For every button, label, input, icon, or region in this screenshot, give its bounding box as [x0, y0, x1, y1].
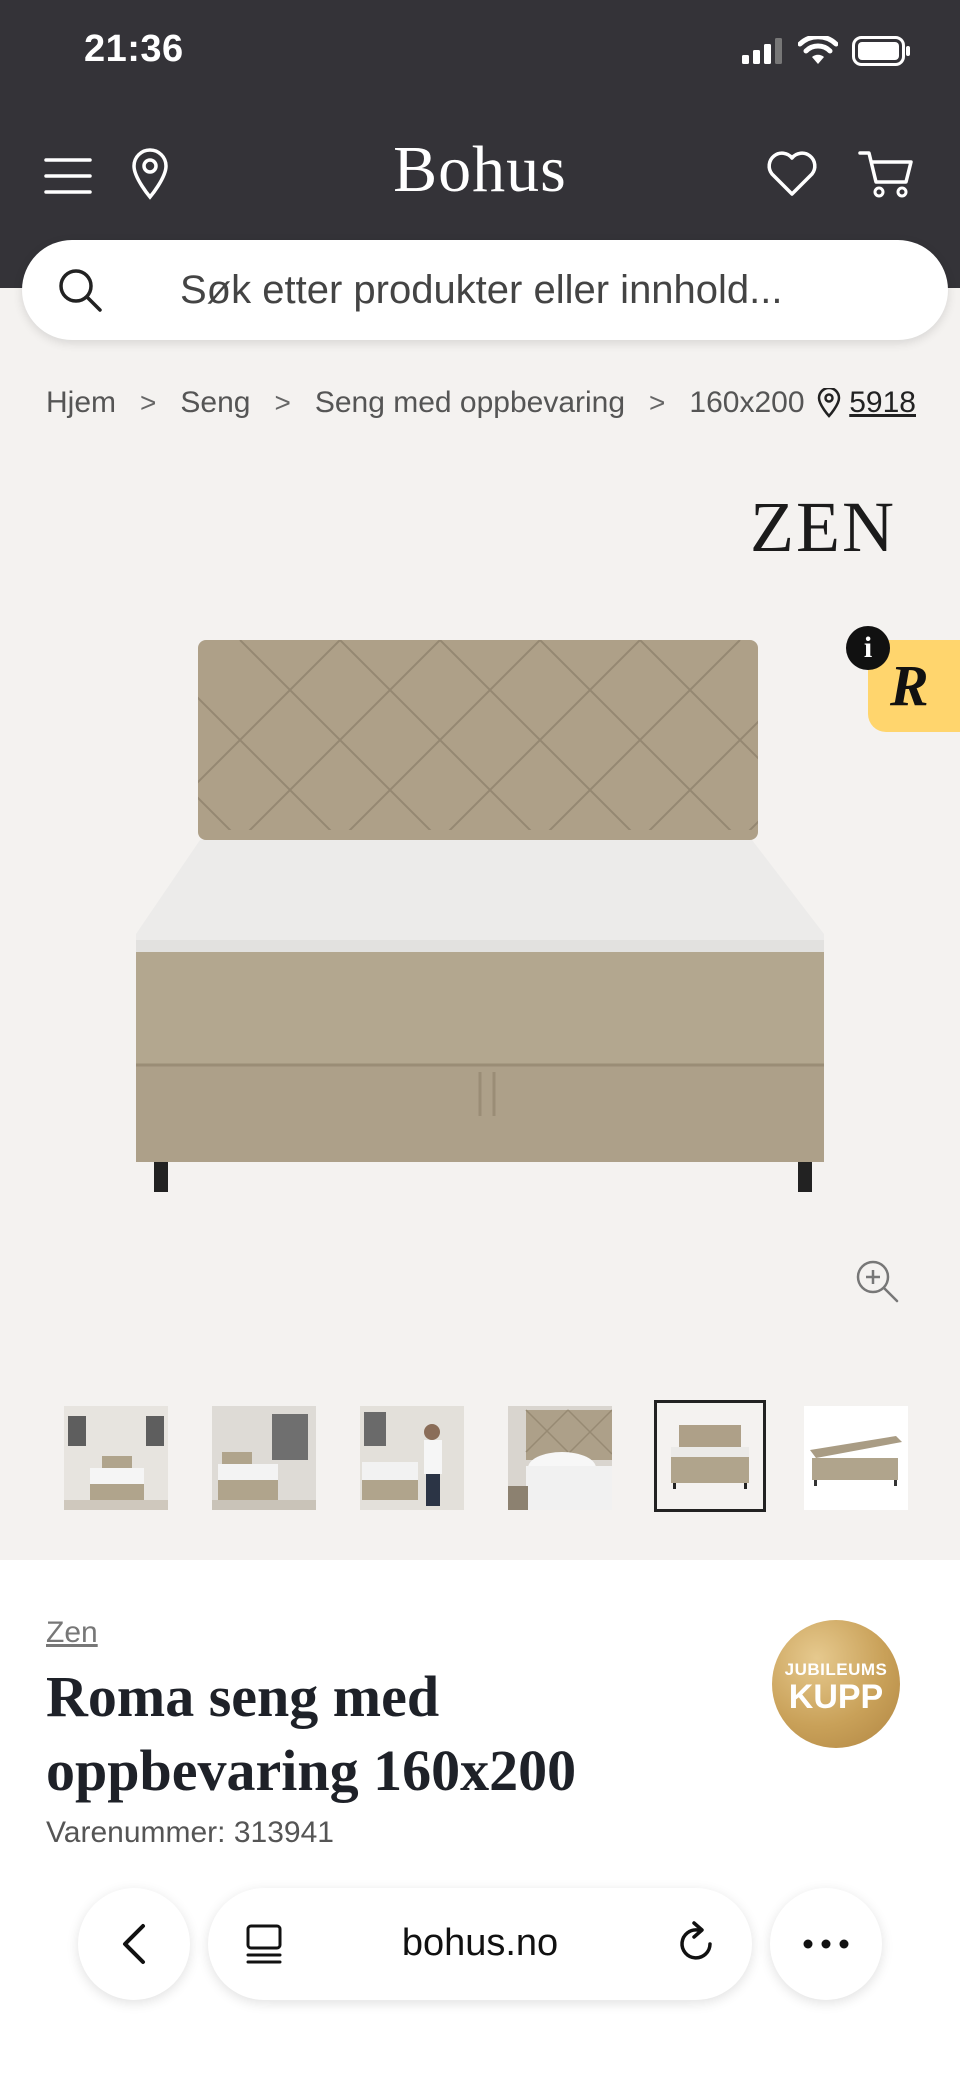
breadcrumb-separator-icon: >	[274, 387, 291, 418]
address-bar[interactable]: bohus.no	[208, 1888, 752, 2000]
browser-toolbar: bohus.no	[0, 1880, 960, 2020]
product-brand-link[interactable]: Zen	[46, 1616, 98, 1650]
product-main-image[interactable]	[0, 560, 960, 1260]
thumbnail-1[interactable]	[64, 1406, 168, 1510]
search-icon	[52, 262, 108, 318]
status-time: 21:36	[84, 28, 184, 70]
thumbnail-6[interactable]	[804, 1406, 908, 1510]
wifi-icon	[798, 36, 838, 64]
status-icons	[742, 36, 912, 66]
recommendation-logo-icon: R	[890, 653, 929, 718]
url-text[interactable]: bohus.no	[208, 1922, 752, 1965]
thumbnail-5-active[interactable]	[654, 1400, 766, 1512]
chevron-left-icon	[123, 1924, 145, 1964]
store-number[interactable]: 5918	[849, 386, 916, 420]
shopping-cart-icon[interactable]	[856, 146, 916, 202]
thumbnail-2[interactable]	[212, 1406, 316, 1510]
search-input[interactable]: Søk etter produkter eller innhold...	[180, 268, 783, 313]
status-bar: 21:36	[0, 0, 960, 110]
breadcrumb-separator-icon: >	[649, 387, 666, 418]
wishlist-heart-icon[interactable]	[764, 146, 820, 202]
location-pin-icon	[817, 388, 841, 418]
jubileums-kupp-badge: JUBILEUMS KUPP	[772, 1620, 900, 1748]
breadcrumb-seng-med-oppbevaring[interactable]: Seng med oppbevaring	[315, 386, 625, 420]
breadcrumb: Hjem > Seng > Seng med oppbevaring > 160…	[46, 386, 916, 420]
selected-store[interactable]: 5918	[817, 386, 916, 420]
zoom-in-icon[interactable]	[854, 1258, 900, 1304]
cellular-signal-icon	[742, 38, 782, 64]
info-icon[interactable]: i	[846, 626, 890, 670]
back-button[interactable]	[78, 1888, 190, 2000]
site-header: Bohus	[0, 120, 960, 230]
breadcrumb-current: 160x200	[689, 386, 805, 419]
ellipsis-icon	[803, 1939, 849, 1949]
battery-icon	[852, 36, 910, 66]
badge-big-text: KUPP	[788, 1678, 884, 1716]
product-sku: Varenummer: 313941	[46, 1816, 334, 1849]
thumbnail-4[interactable]	[508, 1406, 612, 1510]
thumbnail-gallery	[0, 1400, 960, 1514]
thumbnail-3[interactable]	[360, 1406, 464, 1510]
product-title: Roma seng med oppbevaring 160x200	[46, 1664, 577, 1803]
breadcrumb-seng[interactable]: Seng	[180, 386, 250, 420]
more-options-button[interactable]	[770, 1888, 882, 2000]
badge-small-text: JUBILEUMS	[784, 1660, 888, 1679]
breadcrumb-home[interactable]: Hjem	[46, 386, 116, 420]
search-bar[interactable]: Søk etter produkter eller innhold...	[22, 240, 948, 340]
breadcrumb-separator-icon: >	[140, 387, 157, 418]
bed-illustration	[136, 640, 824, 1192]
brand-logo-zen: ZEN	[750, 487, 896, 567]
reload-icon[interactable]	[674, 1920, 718, 1966]
